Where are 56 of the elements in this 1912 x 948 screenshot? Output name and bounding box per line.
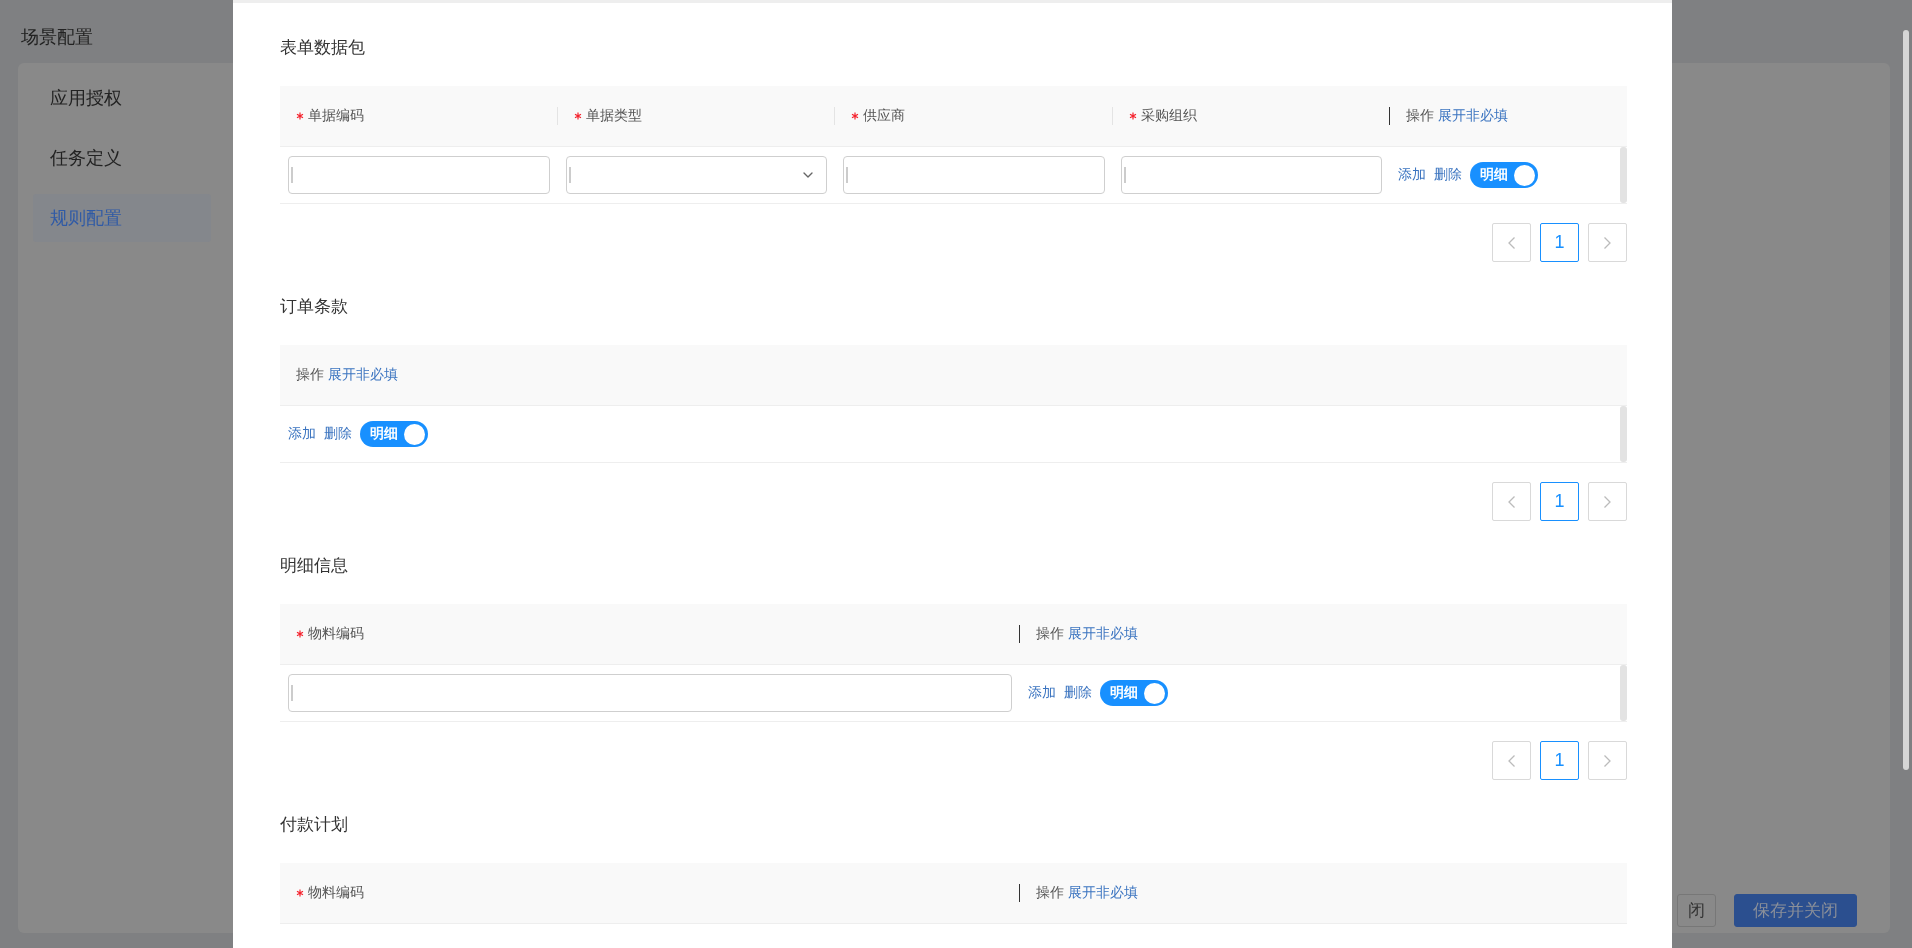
section-title: 明细信息 [280, 555, 348, 577]
chevron-right-icon [1604, 495, 1611, 508]
column-header: 操作 [1036, 884, 1065, 902]
input-field[interactable] [288, 674, 1013, 712]
previous-page-button[interactable] [1492, 741, 1531, 780]
scrollbar[interactable] [1620, 406, 1627, 462]
section-title: 订单条款 [280, 296, 348, 318]
next-page-button[interactable] [1588, 223, 1627, 262]
column-header: 物料编码 [308, 884, 364, 902]
scrollbar[interactable] [1620, 147, 1627, 203]
chevron-right-icon [1604, 236, 1611, 249]
next-page-button[interactable] [1588, 482, 1627, 521]
input-field[interactable] [1120, 156, 1382, 194]
input-field[interactable] [288, 156, 550, 194]
page-button[interactable]: 1 [1540, 223, 1579, 262]
column-header: 供应商 [863, 107, 905, 125]
delete-link[interactable]: 删除 [324, 425, 352, 443]
save-close-button[interactable]: 保存并关闭 [1734, 894, 1857, 927]
chevron-right-icon [1604, 754, 1611, 767]
column-header: 操作 [1406, 107, 1434, 125]
add-link[interactable]: 添加 [1398, 166, 1426, 184]
add-link[interactable]: 添加 [288, 425, 316, 443]
expand-optional-link[interactable]: 展开非必填 [1438, 107, 1508, 125]
previous-page-button[interactable] [1492, 482, 1531, 521]
column-header: 采购组织 [1140, 107, 1197, 125]
previous-page-button[interactable] [1492, 223, 1531, 262]
page-button[interactable]: 1 [1540, 741, 1579, 780]
section-title: 付款计划 [280, 814, 348, 836]
select-field[interactable] [565, 156, 827, 194]
expand-optional-link[interactable]: 展开非必填 [1068, 884, 1139, 902]
sidebar-item[interactable]: 应用授权 [33, 74, 211, 122]
section-title: 表单数据包 [280, 37, 365, 59]
scrollbar[interactable] [1620, 665, 1627, 721]
chevron-left-icon [1508, 495, 1515, 508]
expand-optional-link[interactable]: 展开非必填 [328, 366, 398, 384]
column-header: 物料编码 [308, 625, 364, 643]
page-title: 场景配置 [21, 27, 93, 47]
sidebar-item[interactable]: 任务定义 [33, 134, 211, 182]
chevron-left-icon [1508, 236, 1515, 249]
add-link[interactable]: 添加 [1028, 684, 1057, 702]
delete-link[interactable]: 删除 [1064, 684, 1093, 702]
page-button[interactable]: 1 [1540, 482, 1579, 521]
input-field[interactable] [843, 156, 1105, 194]
expand-optional-link[interactable]: 展开非必填 [1068, 625, 1139, 643]
chevron-left-icon [1508, 754, 1515, 767]
column-header: 单据编码 [308, 107, 364, 125]
next-page-button[interactable] [1588, 741, 1627, 780]
detail-toggle[interactable]: 明细 [1100, 680, 1169, 706]
detail-toggle[interactable]: 明细 [360, 421, 428, 447]
column-header: 操作 [296, 366, 324, 384]
delete-link[interactable]: 删除 [1434, 166, 1462, 184]
detail-toggle[interactable]: 明细 [1470, 162, 1538, 188]
close-button[interactable]: 闭 [1677, 894, 1716, 927]
column-header: 单据类型 [585, 107, 642, 125]
column-header: 操作 [1036, 625, 1065, 643]
scrollbar[interactable] [1903, 30, 1909, 770]
